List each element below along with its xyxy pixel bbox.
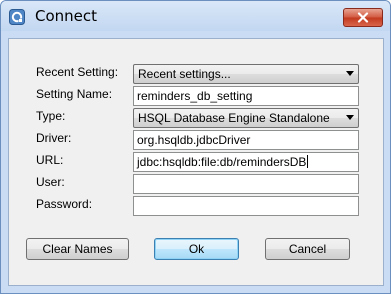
user-label: User: — [36, 175, 65, 189]
driver-label: Driver: — [36, 131, 72, 145]
url-value: jdbc:hsqldb:file:db/remindersDB — [137, 155, 307, 169]
text-cursor — [307, 155, 309, 168]
recent-setting-label: Recent Setting: — [36, 65, 119, 79]
ok-button[interactable]: Ok — [154, 238, 239, 260]
setting-name-field[interactable]: reminders_db_setting — [133, 86, 359, 106]
user-field[interactable] — [133, 174, 359, 194]
close-button[interactable] — [343, 8, 383, 27]
close-icon — [357, 12, 369, 23]
setting-name-label: Setting Name: — [36, 87, 113, 101]
url-field[interactable]: jdbc:hsqldb:file:db/remindersDB — [133, 152, 359, 172]
type-label: Type: — [36, 109, 66, 123]
recent-setting-dropdown[interactable]: Recent settings... — [133, 64, 359, 84]
dialog-content: Recent Setting: Recent settings... Setti… — [8, 38, 384, 286]
chevron-down-icon — [346, 71, 354, 76]
type-dropdown[interactable]: HSQL Database Engine Standalone — [133, 108, 359, 128]
connect-app-icon — [9, 9, 25, 25]
window-title: Connect — [35, 7, 98, 25]
password-label: Password: — [36, 197, 93, 211]
title-bar[interactable]: Connect — [1, 1, 390, 31]
driver-field[interactable]: org.hsqldb.jdbcDriver — [133, 130, 359, 150]
type-value: HSQL Database Engine Standalone — [138, 111, 330, 125]
url-label: URL: — [36, 153, 64, 167]
cancel-button[interactable]: Cancel — [265, 238, 350, 260]
clear-names-button[interactable]: Clear Names — [26, 238, 129, 260]
chevron-down-icon — [346, 115, 354, 120]
recent-setting-value: Recent settings... — [138, 67, 231, 81]
connect-dialog: Connect Recent Setting: Recent settings.… — [0, 0, 391, 294]
password-field[interactable] — [133, 196, 359, 216]
